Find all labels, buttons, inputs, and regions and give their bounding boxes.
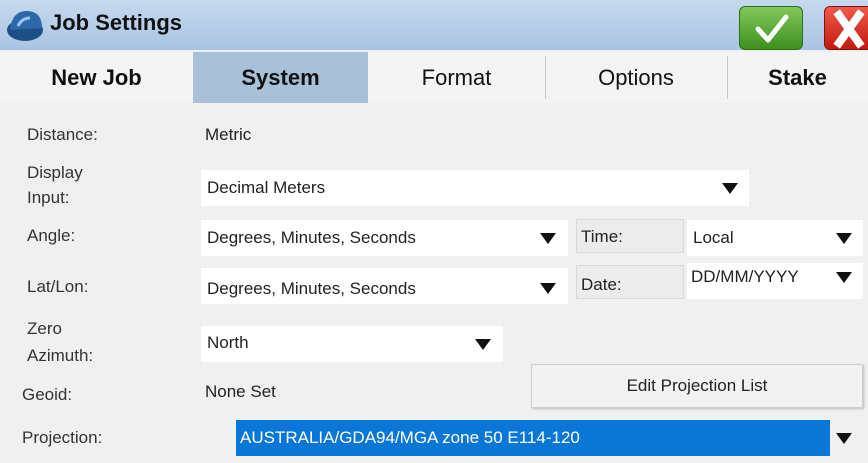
angle-dropdown[interactable]: Degrees, Minutes, Seconds: [201, 220, 568, 256]
angle-label: Angle:: [27, 226, 76, 245]
display-input-label-line1: Display: [27, 163, 83, 182]
geoid-label: Geoid:: [22, 385, 73, 404]
time-value: Local: [693, 228, 734, 247]
chevron-down-icon: [540, 283, 556, 294]
display-input-value: Decimal Meters: [207, 178, 326, 197]
date-label-box: Date:: [576, 265, 684, 299]
chevron-down-icon: [475, 339, 491, 350]
hard-hat-icon: [7, 10, 43, 41]
time-label-box: Time:: [576, 219, 684, 253]
close-x-icon: [833, 9, 865, 49]
date-label: Date:: [581, 275, 622, 294]
edit-projection-list-button[interactable]: Edit Projection List: [531, 364, 863, 408]
angle-value: Degrees, Minutes, Seconds: [207, 228, 416, 247]
tab-format[interactable]: Format: [368, 52, 545, 103]
window-title: Job Settings: [50, 10, 183, 35]
projection-dropdown[interactable]: AUSTRALIA/GDA94/MGA zone 50 E114-120: [236, 420, 863, 456]
zero-azimuth-dropdown[interactable]: North: [201, 326, 503, 362]
zero-azimuth-value: North: [207, 333, 249, 352]
chevron-down-icon: [836, 233, 852, 244]
tab-stake[interactable]: Stake: [727, 52, 868, 103]
zero-azimuth-label-line1: Zero: [27, 319, 62, 338]
distance-value: Metric: [205, 125, 252, 144]
zero-azimuth-label-line2: Azimuth:: [27, 346, 94, 365]
tab-new-job[interactable]: New Job: [0, 52, 193, 103]
tab-options[interactable]: Options: [545, 52, 727, 103]
distance-label: Distance:: [27, 125, 98, 144]
time-label: Time:: [581, 227, 623, 246]
chevron-down-icon: [836, 272, 852, 283]
latlon-value: Degrees, Minutes, Seconds: [207, 279, 416, 298]
checkmark-icon: [755, 14, 789, 43]
title-bar: Job Settings: [0, 0, 868, 50]
date-dropdown[interactable]: DD/MM/YYYY: [687, 263, 863, 299]
close-button[interactable]: [824, 6, 868, 50]
tab-bar: New Job System Format Options Stake: [0, 52, 868, 103]
latlon-dropdown[interactable]: Degrees, Minutes, Seconds: [201, 268, 568, 304]
ok-button[interactable]: [739, 6, 803, 50]
chevron-down-icon: [540, 233, 556, 244]
chevron-down-icon: [836, 433, 852, 444]
geoid-value: None Set: [205, 382, 276, 401]
display-input-dropdown[interactable]: Decimal Meters: [201, 170, 749, 206]
date-value: DD/MM/YYYY: [691, 267, 799, 286]
latlon-label: Lat/Lon:: [27, 277, 89, 296]
chevron-down-icon: [722, 183, 738, 194]
tab-system[interactable]: System: [193, 52, 368, 103]
display-input-label-line2: Input:: [27, 188, 70, 207]
projection-value: AUSTRALIA/GDA94/MGA zone 50 E114-120: [240, 428, 580, 447]
projection-label: Projection:: [22, 428, 103, 447]
time-dropdown[interactable]: Local: [687, 220, 863, 256]
